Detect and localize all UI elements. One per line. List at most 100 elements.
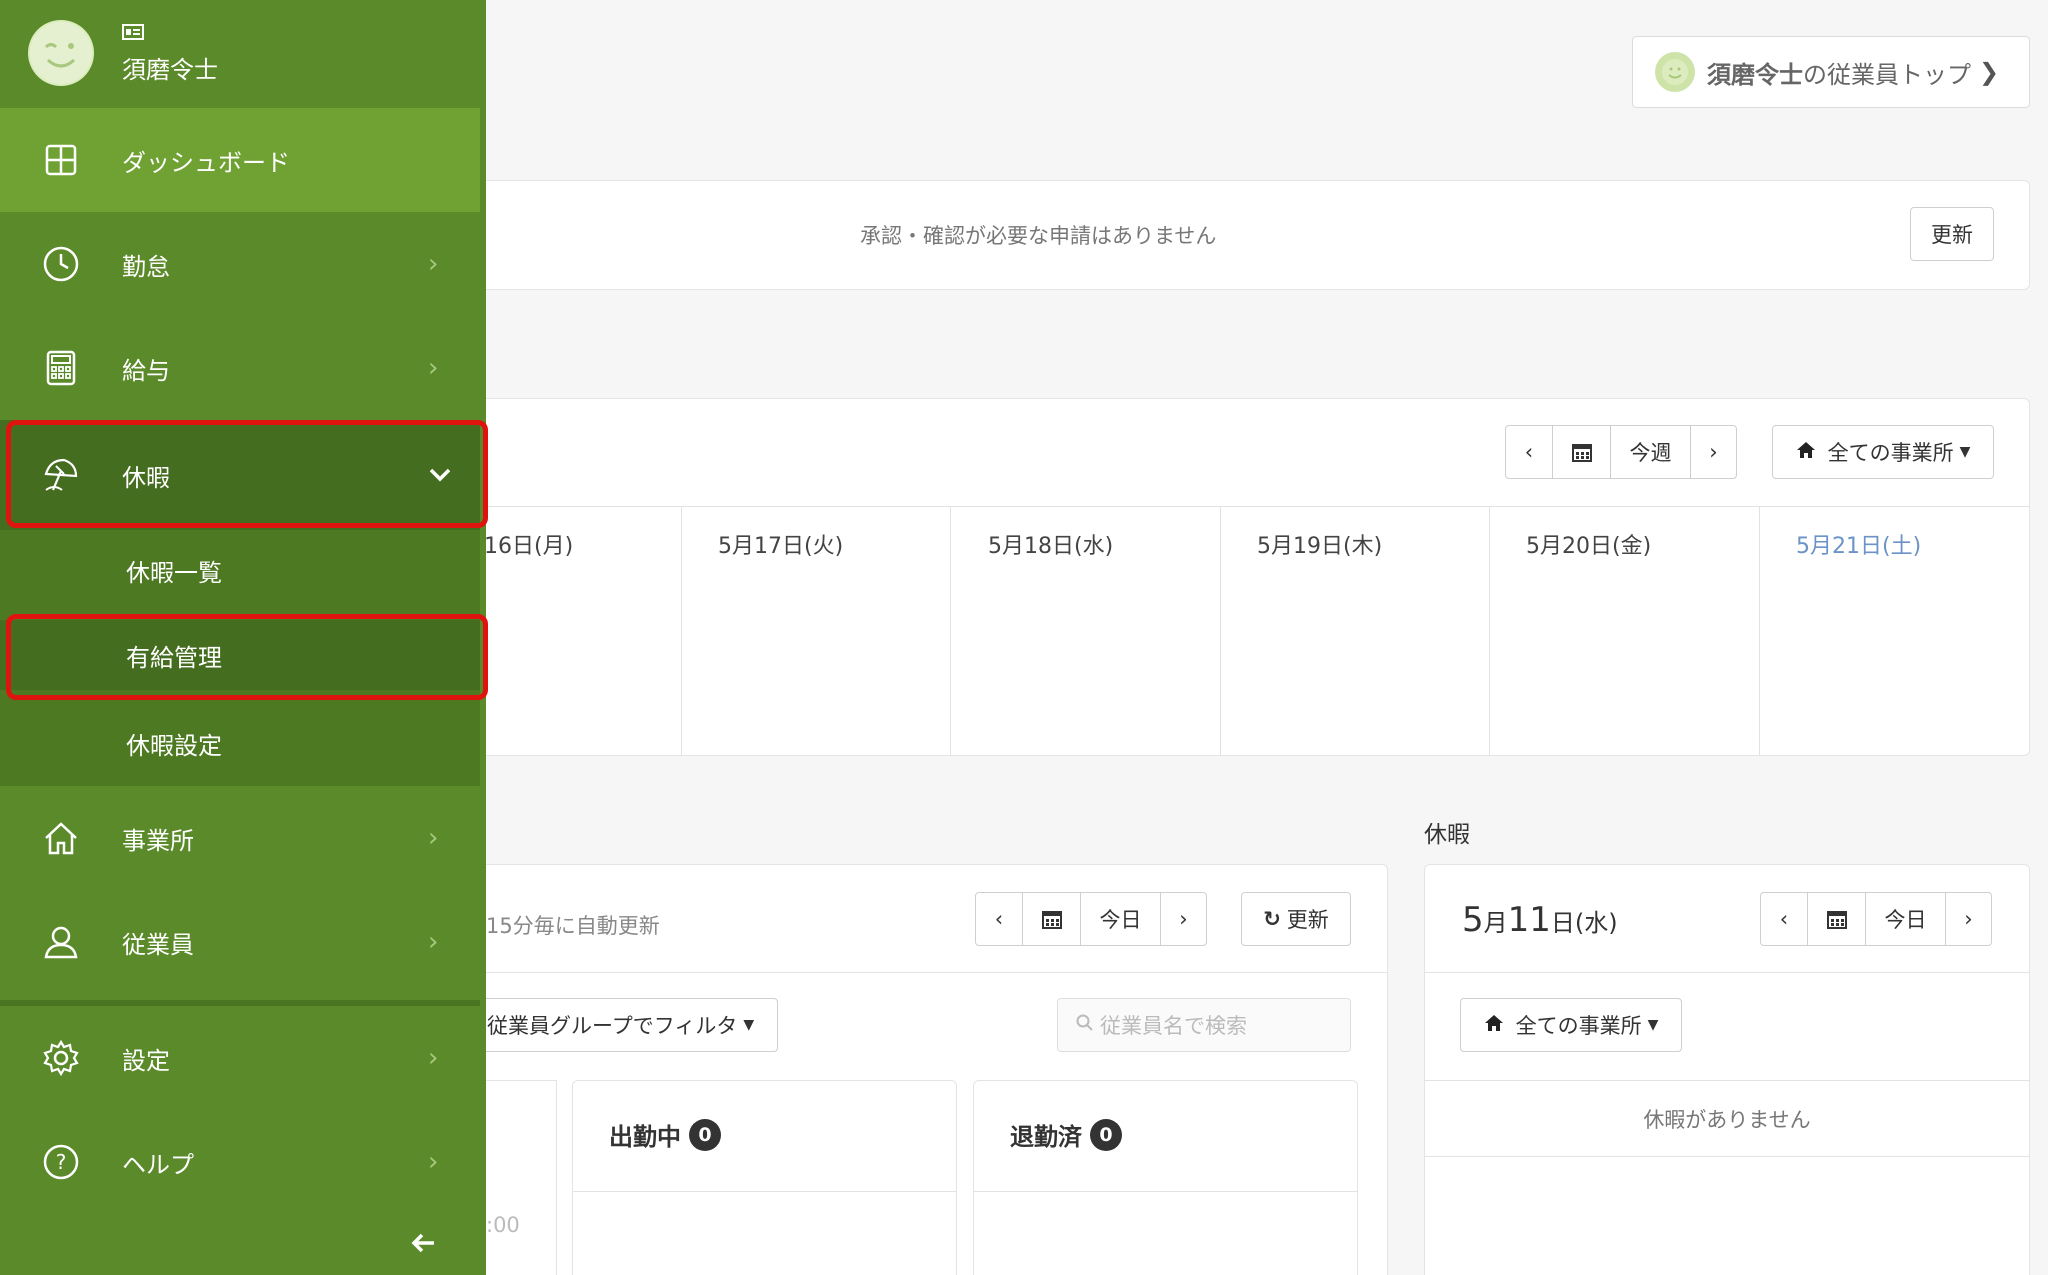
- chevron-right-icon: ❯: [1979, 58, 2000, 86]
- day-header: 5月17日(火): [718, 534, 844, 559]
- working-count-badge: 0: [689, 1118, 721, 1151]
- leave-date: 5 月 11 日 (水): [1462, 900, 1618, 940]
- working-column: 出勤中 0: [572, 1080, 957, 1275]
- sidebar-item-payroll[interactable]: 給与 ›: [0, 316, 480, 420]
- leave-day-nav-group: ‹ 今日 ›: [1760, 892, 1992, 946]
- chevron-right-icon: ›: [428, 249, 439, 279]
- sidebar-subitem-leave-settings[interactable]: 休暇設定: [0, 708, 480, 778]
- sidebar: 須磨令士 ダッシュボード 勤怠 › 給与 › 休暇 休暇一覧 有給管理 休暇設定…: [0, 0, 488, 1275]
- avatar: [28, 20, 94, 86]
- leave-day-unit: 日: [1550, 909, 1575, 937]
- divider: [974, 1191, 1357, 1192]
- clock-icon: [42, 245, 80, 283]
- day-divider: [1489, 506, 1490, 756]
- next-week-button[interactable]: ›: [1690, 426, 1736, 478]
- left-column: 退勤済 0: [973, 1080, 1358, 1275]
- highlight-box-leave: [6, 420, 488, 528]
- sidebar-item-label: 設定: [122, 1046, 170, 1075]
- group-filter-label: 従業員グループでフィルタ: [487, 1014, 738, 1038]
- chevron-right-icon: ›: [428, 1043, 439, 1073]
- partial-time: :00: [486, 1213, 520, 1237]
- today-button[interactable]: 今日: [1080, 893, 1160, 945]
- employee-top-link[interactable]: 須磨令士 の従業員トップ ❯: [1632, 36, 2030, 108]
- week-nav-group: ‹ 今週 ›: [1505, 425, 1737, 479]
- divider: [440, 972, 1388, 973]
- user-icon: [42, 923, 80, 961]
- divider: [1424, 972, 2030, 973]
- prev-week-button[interactable]: ‹: [1506, 426, 1552, 478]
- leave-office-dropdown[interactable]: 全ての事業所 ▼: [1460, 998, 1682, 1052]
- caret-down-icon: ▼: [1959, 444, 1971, 460]
- sidebar-subitem-label: 休暇一覧: [126, 558, 222, 587]
- employee-search-input[interactable]: 従業員名で検索: [1057, 998, 1351, 1052]
- office-label: 全ての事業所: [1827, 441, 1954, 465]
- employee-top-suffix: の従業員トップ: [1803, 60, 1971, 89]
- leave-empty-message: 休暇がありません: [1643, 1108, 1811, 1132]
- left-count-badge: 0: [1090, 1118, 1122, 1151]
- sidebar-item-help[interactable]: ? ヘルプ ›: [0, 1110, 480, 1214]
- divider: [1424, 1156, 2030, 1157]
- sidebar-subitem-label: 休暇設定: [126, 731, 222, 760]
- prev-day-button[interactable]: ‹: [1761, 893, 1807, 945]
- day-divider: [1759, 506, 1760, 756]
- sidebar-collapse-button[interactable]: [410, 1232, 450, 1264]
- refresh-icon: ↻: [1263, 907, 1281, 931]
- sidebar-item-dashboard[interactable]: ダッシュボード: [0, 108, 480, 212]
- caret-down-icon: ▼: [1647, 1017, 1659, 1033]
- sidebar-item-settings[interactable]: 設定 ›: [0, 1006, 480, 1110]
- help-icon: ?: [42, 1143, 80, 1181]
- attendance-refresh-button[interactable]: ↻ 更新: [1241, 892, 1351, 946]
- sidebar-item-label: ダッシュボード: [122, 148, 290, 177]
- leave-month-unit: 月: [1483, 909, 1508, 937]
- sidebar-subitem-leave-list[interactable]: 休暇一覧: [0, 536, 480, 604]
- day-divider: [1220, 506, 1221, 756]
- next-day-button[interactable]: ›: [1160, 893, 1206, 945]
- day-header: 5月18日(水): [988, 534, 1114, 559]
- avatar-small: [1655, 52, 1695, 92]
- search-placeholder: 従業員名で検索: [1100, 1014, 1247, 1038]
- left-label: 退勤済: [1010, 1123, 1082, 1151]
- home-icon: [1796, 440, 1816, 465]
- chevron-right-icon: ›: [428, 927, 439, 957]
- sidebar-user-header[interactable]: 須磨令士: [0, 0, 480, 108]
- chevron-right-icon: ›: [428, 823, 439, 853]
- chevron-right-icon: ›: [428, 1147, 439, 1177]
- sidebar-item-employee[interactable]: 従業員 ›: [0, 890, 480, 994]
- day-divider: [950, 506, 951, 756]
- gear-icon: [42, 1039, 80, 1077]
- prev-day-button[interactable]: ‹: [976, 893, 1022, 945]
- sidebar-item-label: 勤怠: [122, 252, 170, 281]
- divider: [440, 506, 2030, 507]
- group-filter-dropdown[interactable]: 従業員グループでフィルタ ▼: [470, 998, 778, 1052]
- day-header: 5月19日(木): [1257, 534, 1383, 559]
- home-icon: [42, 819, 80, 857]
- highlight-box-paid-leave: [6, 614, 488, 700]
- this-week-button[interactable]: 今週: [1610, 426, 1690, 478]
- calendar-icon[interactable]: [1022, 893, 1080, 945]
- next-day-button[interactable]: ›: [1945, 893, 1991, 945]
- dashboard-icon: [42, 141, 80, 179]
- sidebar-item-office[interactable]: 事業所 ›: [0, 786, 480, 890]
- employee-name: 須磨令士: [1707, 60, 1803, 89]
- id-card-icon: [122, 24, 144, 44]
- sidebar-item-label: 給与: [122, 356, 170, 385]
- approval-refresh-button[interactable]: 更新: [1910, 207, 1994, 261]
- home-icon: [1484, 1013, 1504, 1038]
- search-icon: [1076, 1013, 1094, 1037]
- sidebar-item-label: ヘルプ: [122, 1150, 194, 1179]
- day-header: 5月20日(金): [1526, 534, 1652, 559]
- day-divider: [681, 506, 682, 756]
- leave-day: 11: [1507, 900, 1551, 940]
- sidebar-item-attendance[interactable]: 勤怠 ›: [0, 212, 480, 316]
- auto-update-text: 15分毎に自動更新: [486, 914, 660, 938]
- chevron-right-icon: ›: [428, 353, 439, 383]
- calendar-icon[interactable]: [1552, 426, 1610, 478]
- refresh-label: 更新: [1286, 908, 1329, 932]
- calendar-icon[interactable]: [1807, 893, 1865, 945]
- sidebar-item-label: 従業員: [122, 930, 194, 959]
- leave-month: 5: [1462, 900, 1484, 940]
- today-button[interactable]: 今日: [1865, 893, 1945, 945]
- week-office-dropdown[interactable]: 全ての事業所 ▼: [1772, 425, 1994, 479]
- approval-card: [440, 180, 2030, 290]
- caret-down-icon: ▼: [743, 1017, 755, 1033]
